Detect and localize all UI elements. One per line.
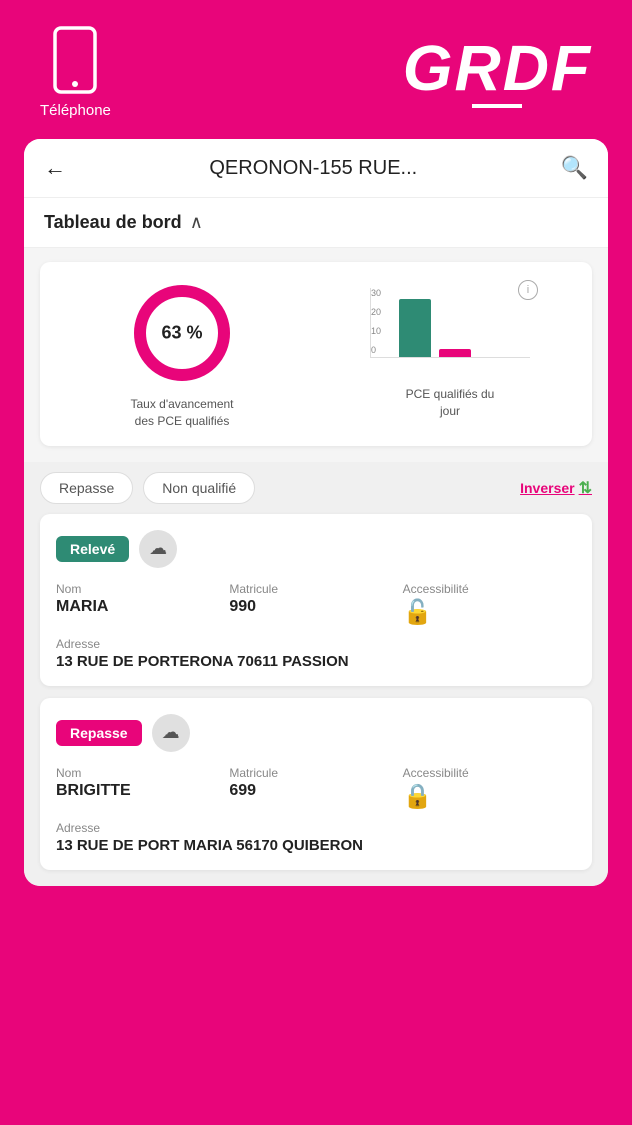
matricule-block-1: Matricule 990 bbox=[229, 582, 402, 627]
cloud-upload-button-1[interactable]: ☁ bbox=[139, 530, 177, 568]
bar-teal bbox=[399, 299, 431, 357]
non-qualifie-filter-button[interactable]: Non qualifié bbox=[143, 472, 255, 504]
item-fields-2: Nom BRIGITTE Matricule 699 Accessibilité… bbox=[56, 766, 576, 811]
list-item: Relevé ☁ Nom MARIA Matricule 990 Accessi… bbox=[40, 514, 592, 686]
donut-description: Taux d'avancement des PCE qualifiés bbox=[130, 396, 233, 430]
item-fields-1: Nom MARIA Matricule 990 Accessibilité 🔓 bbox=[56, 582, 576, 627]
dashboard-panel: 63 % Taux d'avancement des PCE qualifiés… bbox=[40, 262, 592, 446]
nom-value-1: MARIA bbox=[56, 598, 229, 616]
badge-repasse: Repasse bbox=[56, 720, 142, 746]
adresse-value-2: 13 RUE DE PORT MARIA 56170 QUIBERON bbox=[56, 837, 576, 854]
filter-bar: Repasse Non qualifié Inverser ⇅ bbox=[24, 462, 608, 514]
nom-label-1: Nom bbox=[56, 582, 229, 596]
item-card-top-2: Repasse ☁ bbox=[56, 714, 576, 752]
section-header[interactable]: Tableau de bord ∧ bbox=[24, 198, 608, 248]
accessibilite-block-2: Accessibilité 🔒 bbox=[403, 766, 576, 811]
adresse-label-2: Adresse bbox=[56, 821, 576, 835]
bar-chart-container: i 30 20 10 0 PCE qualifiés du jour bbox=[324, 288, 576, 420]
bar-chart: i 30 20 10 0 bbox=[370, 288, 530, 378]
section-title: Tableau de bord bbox=[44, 212, 182, 233]
adresse-label-1: Adresse bbox=[56, 637, 576, 651]
bar-chart-description: PCE qualifiés du jour bbox=[406, 386, 495, 420]
lock-closed-icon-2: 🔒 bbox=[403, 782, 576, 811]
main-card: ← QERONON-155 RUE... 🔍 Tableau de bord ∧… bbox=[24, 139, 608, 886]
sort-icon: ⇅ bbox=[579, 478, 592, 498]
bar-pink bbox=[439, 349, 471, 357]
nom-block-2: Nom BRIGITTE bbox=[56, 766, 229, 811]
matricule-label-2: Matricule bbox=[229, 766, 402, 780]
matricule-label-1: Matricule bbox=[229, 582, 402, 596]
grdf-logo: GRDF bbox=[403, 36, 592, 100]
address-section-1: Adresse 13 RUE DE PORTERONA 70611 PASSIO… bbox=[56, 637, 576, 670]
accessibilite-block-1: Accessibilité 🔓 bbox=[403, 582, 576, 627]
matricule-value-2: 699 bbox=[229, 782, 402, 800]
matricule-value-1: 990 bbox=[229, 598, 402, 616]
y-axis: 30 20 10 0 bbox=[371, 288, 381, 357]
cloud-upload-button-2[interactable]: ☁ bbox=[152, 714, 190, 752]
adresse-value-1: 13 RUE DE PORTERONA 70611 PASSION bbox=[56, 653, 576, 670]
accessibilite-label-2: Accessibilité bbox=[403, 766, 576, 780]
search-icon[interactable]: 🔍 bbox=[561, 155, 588, 181]
badge-releve: Relevé bbox=[56, 536, 129, 562]
donut-percent: 63 % bbox=[161, 323, 202, 344]
nom-block-1: Nom MARIA bbox=[56, 582, 229, 627]
app-header: Téléphone GRDF bbox=[0, 0, 632, 139]
back-button[interactable]: ← bbox=[44, 155, 66, 181]
grdf-logo-container: GRDF bbox=[403, 36, 592, 108]
chevron-up-icon: ∧ bbox=[190, 212, 203, 233]
list-item: Repasse ☁ Nom BRIGITTE Matricule 699 Acc… bbox=[40, 698, 592, 870]
nom-label-2: Nom bbox=[56, 766, 229, 780]
donut-chart: 63 % bbox=[127, 278, 237, 388]
donut-chart-container: 63 % Taux d'avancement des PCE qualifiés bbox=[56, 278, 308, 430]
accessibilite-label-1: Accessibilité bbox=[403, 582, 576, 596]
repasse-filter-button[interactable]: Repasse bbox=[40, 472, 133, 504]
page-title: QERONON-155 RUE... bbox=[66, 157, 561, 180]
phone-section: Téléphone bbox=[40, 24, 111, 119]
list-area: Relevé ☁ Nom MARIA Matricule 990 Accessi… bbox=[24, 514, 608, 886]
matricule-block-2: Matricule 699 bbox=[229, 766, 402, 811]
item-card-top-1: Relevé ☁ bbox=[56, 530, 576, 568]
logo-underline bbox=[472, 104, 522, 108]
lock-open-icon-1: 🔓 bbox=[403, 598, 576, 627]
address-section-2: Adresse 13 RUE DE PORT MARIA 56170 QUIBE… bbox=[56, 821, 576, 854]
phone-icon bbox=[51, 24, 99, 96]
top-bar: ← QERONON-155 RUE... 🔍 bbox=[24, 139, 608, 198]
nom-value-2: BRIGITTE bbox=[56, 782, 229, 800]
bar-chart-area: 30 20 10 0 bbox=[370, 288, 530, 358]
inverser-button[interactable]: Inverser ⇅ bbox=[520, 478, 592, 498]
phone-label: Téléphone bbox=[40, 102, 111, 119]
